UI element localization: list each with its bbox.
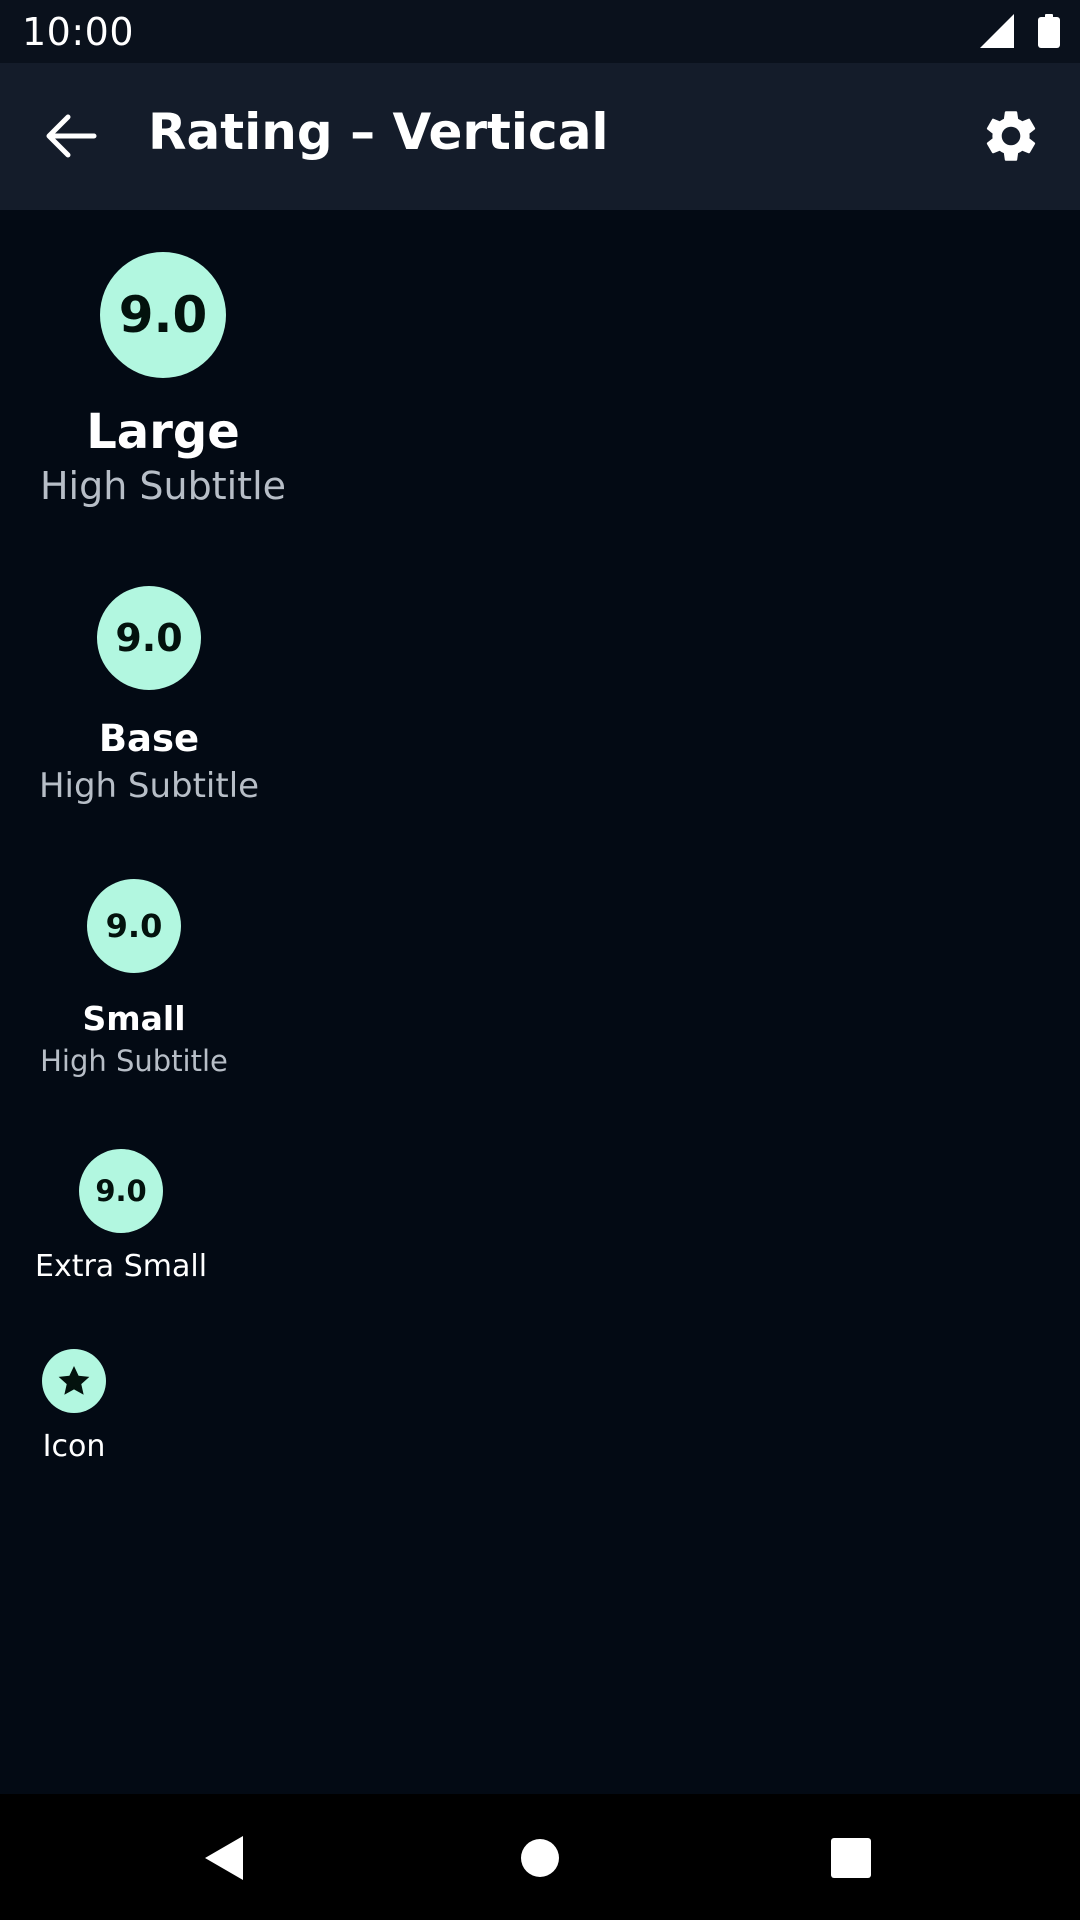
nav-recents-icon [831, 1838, 871, 1878]
rating-label-large: Large [86, 404, 240, 460]
rating-badge-base: 9.0 [97, 586, 201, 690]
back-button[interactable] [36, 108, 108, 164]
rating-extra-small: 9.0 Extra Small [35, 1149, 207, 1284]
nav-back-icon [205, 1836, 243, 1880]
rating-badge-large: 9.0 [100, 252, 226, 378]
settings-button[interactable] [980, 105, 1042, 167]
system-nav-bar [0, 1794, 1080, 1920]
battery-icon [1038, 14, 1060, 48]
rating-small: 9.0 Small High Subtitle [40, 879, 228, 1078]
arrow-back-icon [46, 114, 97, 158]
nav-home-icon [521, 1839, 559, 1877]
rating-label-extra-small: Extra Small [34, 1249, 208, 1284]
rating-subtitle-small: High Subtitle [40, 1044, 228, 1078]
signal-icon [980, 14, 1014, 48]
nav-recents-button[interactable] [821, 1828, 881, 1888]
rating-label-base: Base [98, 717, 200, 760]
content-area: 9.0 Large High Subtitle 9.0 Base High Su… [0, 210, 1080, 1794]
page-title: Rating – Vertical [148, 103, 609, 161]
rating-badge-icon [42, 1349, 106, 1413]
rating-large: 9.0 Large High Subtitle [39, 252, 287, 508]
rating-label-icon: Icon [42, 1429, 106, 1464]
app-bar: Rating – Vertical [0, 63, 1080, 210]
status-bar: 10:00 [0, 0, 1080, 63]
nav-home-button[interactable] [510, 1828, 570, 1888]
rating-icon: Icon [42, 1349, 106, 1464]
rating-subtitle-base: High Subtitle [38, 766, 260, 806]
rating-base: 9.0 Base High Subtitle [38, 586, 260, 806]
gear-icon [986, 111, 1036, 161]
rating-label-small: Small [82, 999, 186, 1038]
rating-badge-extra-small: 9.0 [79, 1149, 163, 1233]
rating-subtitle-large: High Subtitle [39, 464, 287, 508]
status-time: 10:00 [22, 10, 135, 54]
nav-back-button[interactable] [195, 1828, 255, 1888]
rating-badge-small: 9.0 [87, 879, 181, 973]
star-icon [58, 1365, 90, 1395]
